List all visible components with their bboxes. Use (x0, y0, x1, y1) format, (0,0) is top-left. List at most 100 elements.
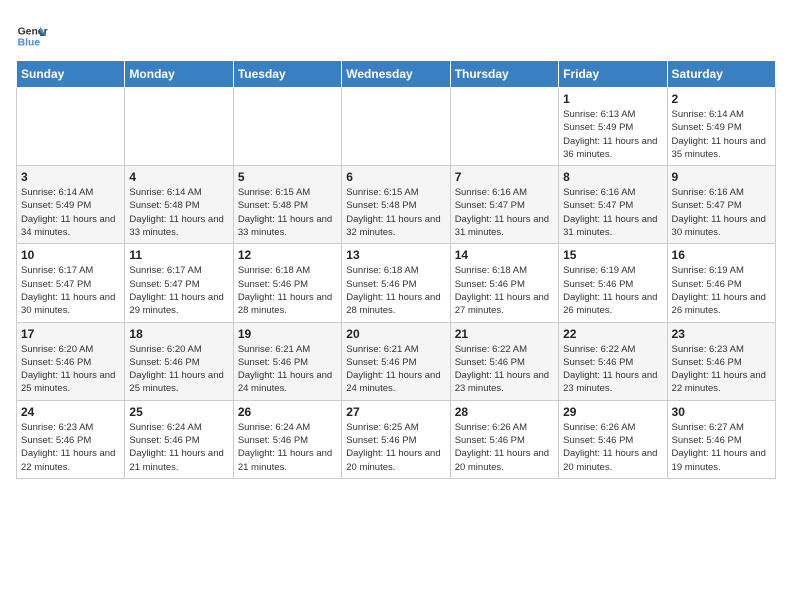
day-number: 9 (672, 170, 771, 184)
day-info: Sunrise: 6:22 AM Sunset: 5:46 PM Dayligh… (563, 343, 662, 396)
day-info: Sunrise: 6:13 AM Sunset: 5:49 PM Dayligh… (563, 108, 662, 161)
day-cell: 22 Sunrise: 6:22 AM Sunset: 5:46 PM Dayli… (559, 322, 667, 400)
day-number: 28 (455, 405, 554, 419)
day-info: Sunrise: 6:17 AM Sunset: 5:47 PM Dayligh… (129, 264, 228, 317)
day-info: Sunrise: 6:15 AM Sunset: 5:48 PM Dayligh… (346, 186, 445, 239)
day-cell: 14 Sunrise: 6:18 AM Sunset: 5:46 PM Dayli… (450, 244, 558, 322)
day-number: 8 (563, 170, 662, 184)
logo-icon: General Blue (16, 20, 48, 52)
day-info: Sunrise: 6:19 AM Sunset: 5:46 PM Dayligh… (563, 264, 662, 317)
day-cell: 24Sunrise: 6:23 AM Sunset: 5:46 PM Dayli… (17, 400, 125, 478)
day-info: Sunrise: 6:18 AM Sunset: 5:46 PM Dayligh… (238, 264, 337, 317)
day-cell: 7 Sunrise: 6:16 AM Sunset: 5:47 PM Daylig… (450, 166, 558, 244)
header-row: SundayMondayTuesdayWednesdayThursdayFrid… (17, 61, 776, 88)
day-cell: 5Sunrise: 6:15 AM Sunset: 5:48 PM Daylig… (233, 166, 341, 244)
day-info: Sunrise: 6:25 AM Sunset: 5:46 PM Dayligh… (346, 421, 445, 474)
day-cell: 13 Sunrise: 6:18 AM Sunset: 5:46 PM Dayli… (342, 244, 450, 322)
day-info: Sunrise: 6:16 AM Sunset: 5:47 PM Dayligh… (672, 186, 771, 239)
day-cell (342, 88, 450, 166)
day-info: Sunrise: 6:14 AM Sunset: 5:49 PM Dayligh… (21, 186, 120, 239)
day-number: 26 (238, 405, 337, 419)
day-cell: 1 Sunrise: 6:13 AM Sunset: 5:49 PM Daylig… (559, 88, 667, 166)
day-info: Sunrise: 6:20 AM Sunset: 5:46 PM Dayligh… (129, 343, 228, 396)
day-number: 29 (563, 405, 662, 419)
day-cell: 10 Sunrise: 6:17 AM Sunset: 5:47 PM Dayli… (17, 244, 125, 322)
day-info: Sunrise: 6:16 AM Sunset: 5:47 PM Dayligh… (563, 186, 662, 239)
day-info: Sunrise: 6:18 AM Sunset: 5:46 PM Dayligh… (346, 264, 445, 317)
day-info: Sunrise: 6:26 AM Sunset: 5:46 PM Dayligh… (563, 421, 662, 474)
day-cell: 16 Sunrise: 6:19 AM Sunset: 5:46 PM Dayli… (667, 244, 775, 322)
col-header-tuesday: Tuesday (233, 61, 341, 88)
day-info: Sunrise: 6:14 AM Sunset: 5:49 PM Dayligh… (672, 108, 771, 161)
day-cell: 11 Sunrise: 6:17 AM Sunset: 5:47 PM Dayli… (125, 244, 233, 322)
day-info: Sunrise: 6:19 AM Sunset: 5:46 PM Dayligh… (672, 264, 771, 317)
day-number: 24 (21, 405, 120, 419)
logo: General Blue (16, 20, 48, 52)
day-info: Sunrise: 6:26 AM Sunset: 5:46 PM Dayligh… (455, 421, 554, 474)
day-cell: 2Sunrise: 6:14 AM Sunset: 5:49 PM Daylig… (667, 88, 775, 166)
calendar-table: SundayMondayTuesdayWednesdayThursdayFrid… (16, 60, 776, 479)
day-number: 23 (672, 327, 771, 341)
day-info: Sunrise: 6:22 AM Sunset: 5:46 PM Dayligh… (455, 343, 554, 396)
day-info: Sunrise: 6:18 AM Sunset: 5:46 PM Dayligh… (455, 264, 554, 317)
day-info: Sunrise: 6:20 AM Sunset: 5:46 PM Dayligh… (21, 343, 120, 396)
week-row-5: 24Sunrise: 6:23 AM Sunset: 5:46 PM Dayli… (17, 400, 776, 478)
day-info: Sunrise: 6:17 AM Sunset: 5:47 PM Dayligh… (21, 264, 120, 317)
col-header-sunday: Sunday (17, 61, 125, 88)
day-cell: 20 Sunrise: 6:21 AM Sunset: 5:46 PM Dayli… (342, 322, 450, 400)
day-cell: 23 Sunrise: 6:23 AM Sunset: 5:46 PM Dayli… (667, 322, 775, 400)
day-cell: 21 Sunrise: 6:22 AM Sunset: 5:46 PM Dayli… (450, 322, 558, 400)
day-info: Sunrise: 6:23 AM Sunset: 5:46 PM Dayligh… (672, 343, 771, 396)
day-cell: 6 Sunrise: 6:15 AM Sunset: 5:48 PM Daylig… (342, 166, 450, 244)
day-cell (17, 88, 125, 166)
day-number: 22 (563, 327, 662, 341)
day-info: Sunrise: 6:24 AM Sunset: 5:46 PM Dayligh… (238, 421, 337, 474)
week-row-3: 10 Sunrise: 6:17 AM Sunset: 5:47 PM Dayli… (17, 244, 776, 322)
day-cell: 15 Sunrise: 6:19 AM Sunset: 5:46 PM Dayli… (559, 244, 667, 322)
day-cell: 27 Sunrise: 6:25 AM Sunset: 5:46 PM Dayli… (342, 400, 450, 478)
day-number: 15 (563, 248, 662, 262)
day-number: 19 (238, 327, 337, 341)
day-number: 14 (455, 248, 554, 262)
page-header: General Blue (16, 16, 776, 52)
week-row-1: 1 Sunrise: 6:13 AM Sunset: 5:49 PM Daylig… (17, 88, 776, 166)
day-number: 27 (346, 405, 445, 419)
day-number: 10 (21, 248, 120, 262)
day-cell: 17Sunrise: 6:20 AM Sunset: 5:46 PM Dayli… (17, 322, 125, 400)
day-info: Sunrise: 6:27 AM Sunset: 5:46 PM Dayligh… (672, 421, 771, 474)
col-header-monday: Monday (125, 61, 233, 88)
day-number: 25 (129, 405, 228, 419)
day-number: 30 (672, 405, 771, 419)
day-cell: 30 Sunrise: 6:27 AM Sunset: 5:46 PM Dayli… (667, 400, 775, 478)
day-cell: 9 Sunrise: 6:16 AM Sunset: 5:47 PM Daylig… (667, 166, 775, 244)
day-number: 1 (563, 92, 662, 106)
day-number: 11 (129, 248, 228, 262)
day-cell: 19 Sunrise: 6:21 AM Sunset: 5:46 PM Dayli… (233, 322, 341, 400)
col-header-wednesday: Wednesday (342, 61, 450, 88)
day-number: 6 (346, 170, 445, 184)
day-number: 16 (672, 248, 771, 262)
day-cell (450, 88, 558, 166)
day-cell: 29 Sunrise: 6:26 AM Sunset: 5:46 PM Dayli… (559, 400, 667, 478)
day-number: 7 (455, 170, 554, 184)
week-row-4: 17Sunrise: 6:20 AM Sunset: 5:46 PM Dayli… (17, 322, 776, 400)
week-row-2: 3Sunrise: 6:14 AM Sunset: 5:49 PM Daylig… (17, 166, 776, 244)
day-cell: 18 Sunrise: 6:20 AM Sunset: 5:46 PM Dayli… (125, 322, 233, 400)
day-number: 20 (346, 327, 445, 341)
day-info: Sunrise: 6:16 AM Sunset: 5:47 PM Dayligh… (455, 186, 554, 239)
day-number: 18 (129, 327, 228, 341)
day-info: Sunrise: 6:21 AM Sunset: 5:46 PM Dayligh… (238, 343, 337, 396)
day-cell: 26 Sunrise: 6:24 AM Sunset: 5:46 PM Dayli… (233, 400, 341, 478)
col-header-friday: Friday (559, 61, 667, 88)
day-number: 13 (346, 248, 445, 262)
day-cell (125, 88, 233, 166)
col-header-thursday: Thursday (450, 61, 558, 88)
day-cell: 4Sunrise: 6:14 AM Sunset: 5:48 PM Daylig… (125, 166, 233, 244)
day-cell: 28 Sunrise: 6:26 AM Sunset: 5:46 PM Dayli… (450, 400, 558, 478)
day-info: Sunrise: 6:15 AM Sunset: 5:48 PM Dayligh… (238, 186, 337, 239)
day-number: 21 (455, 327, 554, 341)
svg-text:Blue: Blue (18, 38, 41, 49)
day-info: Sunrise: 6:21 AM Sunset: 5:46 PM Dayligh… (346, 343, 445, 396)
day-cell (233, 88, 341, 166)
day-cell: 12Sunrise: 6:18 AM Sunset: 5:46 PM Dayli… (233, 244, 341, 322)
